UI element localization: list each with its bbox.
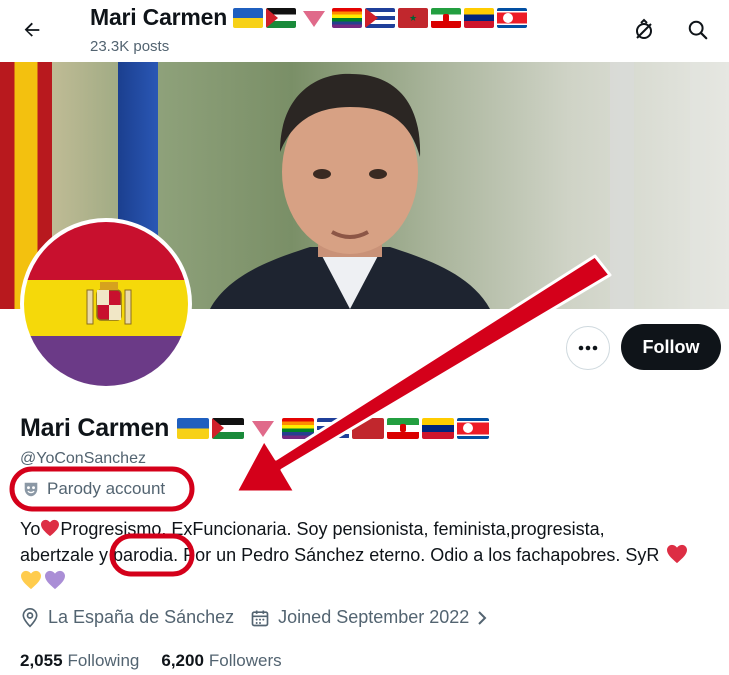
chevron-right-icon	[478, 610, 487, 625]
banner-portrait	[210, 73, 490, 309]
bio-text-2: abertzale y parodia. Por un Pedro Sánche…	[20, 545, 660, 565]
followers-label: Followers	[208, 651, 282, 670]
bio-text-yo: Yo	[20, 519, 41, 539]
profile-header-bar: Mari Carmen ★ 23.3K posts	[0, 0, 729, 62]
venezuela-flag	[464, 7, 495, 28]
search-icon	[688, 20, 708, 40]
bio-line-3	[20, 568, 720, 594]
header-name: Mari Carmen	[90, 4, 228, 30]
banner-window-frame-2	[690, 62, 706, 309]
cuba-flag	[317, 418, 350, 439]
yellow-heart-icon	[21, 570, 41, 590]
pink-triangle	[299, 8, 329, 28]
list-slash-icon	[636, 18, 652, 39]
pink-triangle	[247, 418, 279, 439]
profile-handle: @YoConSanchez	[20, 450, 146, 467]
avatar-stripe-red	[24, 222, 188, 280]
profile-name-row: Mari Carmen	[20, 414, 492, 443]
north-korea-flag	[497, 7, 528, 28]
back-button[interactable]	[14, 12, 50, 48]
header-post-count: 23.3K posts	[90, 38, 170, 55]
more-options-button[interactable]	[566, 326, 610, 370]
cuba-flag	[365, 7, 396, 28]
profile-name: Mari Carmen	[20, 414, 170, 442]
followers-count: 6,200	[161, 651, 204, 670]
rainbow-flag	[332, 7, 363, 28]
followers-link[interactable]: 6,200 Followers	[161, 651, 281, 671]
palestine-flag	[212, 418, 245, 439]
following-label: Following	[67, 651, 140, 670]
coat-of-arms-icon	[86, 282, 132, 325]
north-korea-flag	[457, 418, 490, 439]
more-horizontal-icon	[578, 345, 598, 351]
iran-flag	[387, 418, 420, 439]
location-pin-icon	[22, 607, 38, 628]
search-button[interactable]	[680, 12, 716, 48]
profile-meta: La España de Sánchez Joined September 20…	[20, 607, 505, 628]
venezuela-flag	[422, 418, 455, 439]
ukraine-flag	[233, 7, 264, 28]
palestine-flag	[266, 7, 297, 28]
morocco-flag	[352, 418, 385, 439]
bio-text-1: Progresismo. ExFuncionaria. Soy pensioni…	[60, 519, 605, 539]
parody-account-label[interactable]: Parody account	[22, 479, 165, 499]
rainbow-flag	[282, 418, 315, 439]
bio-line-1: Yo Progresismo. ExFuncionaria. Soy pensio…	[20, 516, 720, 542]
profile-flag-emojis	[177, 418, 492, 439]
red-heart-icon	[41, 519, 60, 537]
bio-line-2: abertzale y parodia. Por un Pedro Sánche…	[20, 542, 720, 568]
iran-flag	[431, 7, 462, 28]
ukraine-flag	[177, 418, 210, 439]
calendar-icon	[251, 610, 269, 626]
arrow-left-icon	[24, 22, 40, 37]
location-text: La España de Sánchez	[48, 607, 235, 627]
morocco-flag: ★	[398, 7, 429, 28]
following-count: 2,055	[20, 651, 63, 670]
follow-button[interactable]: Follow	[621, 324, 721, 370]
profile-location: La España de Sánchez	[20, 607, 234, 628]
avatar-stripe-purple	[24, 336, 188, 386]
joined-text: Joined September 2022	[278, 607, 470, 627]
header-title: Mari Carmen ★	[90, 4, 530, 31]
profile-bio: Yo Progresismo. ExFuncionaria. Soy pensio…	[20, 516, 720, 594]
purple-heart-icon	[45, 570, 65, 590]
theater-mask-icon	[24, 482, 38, 497]
red-heart-icon	[667, 544, 688, 564]
header-flag-emojis: ★	[233, 7, 530, 28]
parody-account-text: Parody account	[47, 479, 166, 498]
profile-counts: 2,055 Following 6,200 Followers	[20, 651, 304, 671]
following-link[interactable]: 2,055 Following	[20, 651, 139, 671]
banner-window-frame	[610, 62, 634, 309]
profile-joined[interactable]: Joined September 2022	[250, 607, 489, 628]
profile-avatar[interactable]	[20, 218, 192, 390]
lists-button[interactable]	[626, 12, 662, 48]
